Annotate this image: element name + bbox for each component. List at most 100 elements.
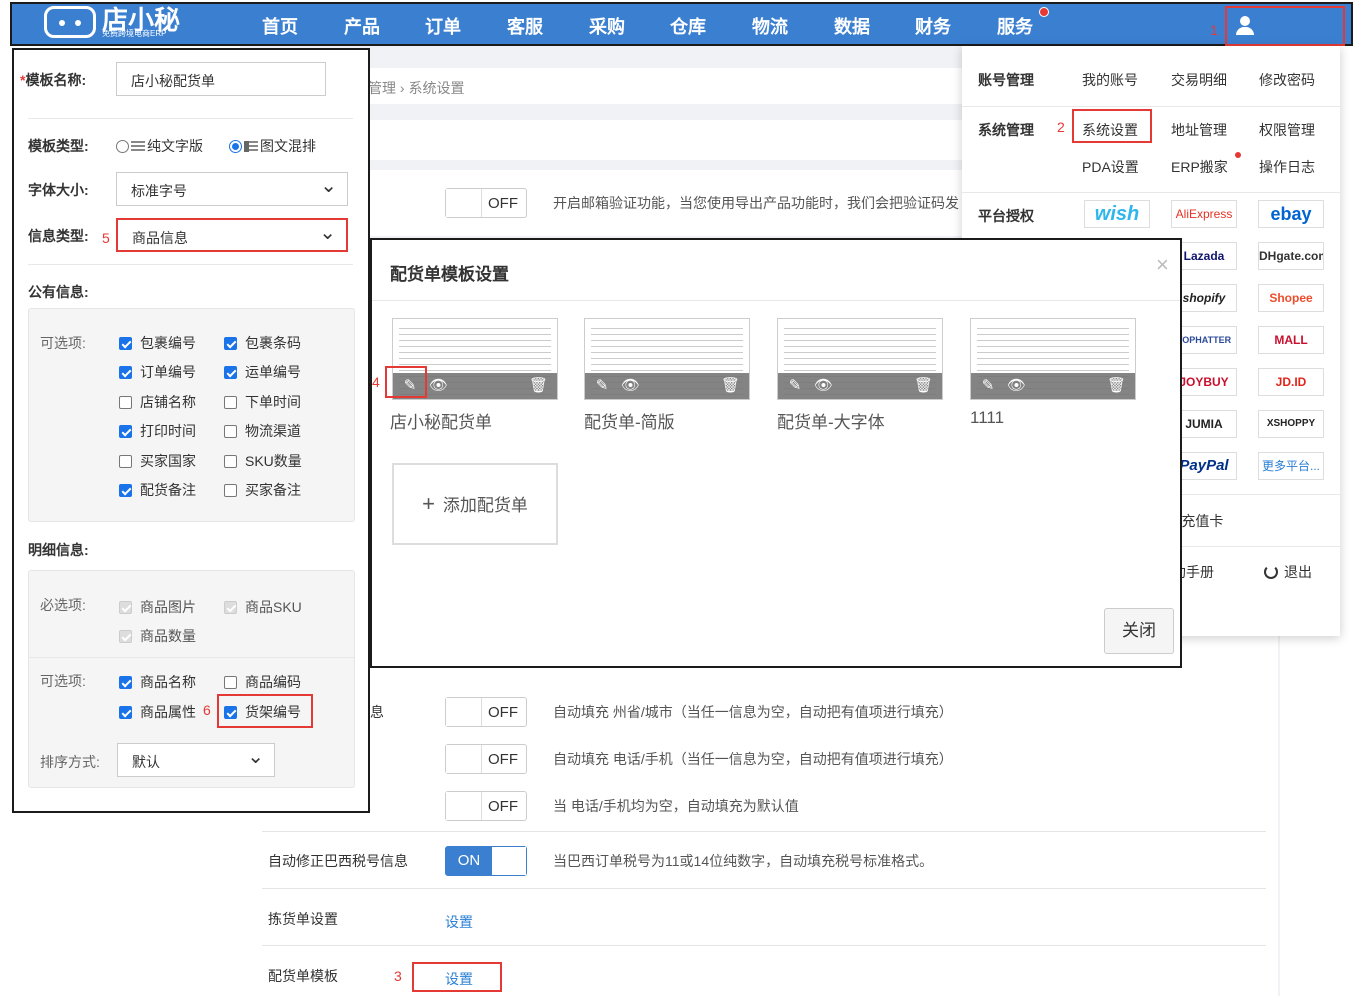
edit-icon[interactable]: ✎ — [979, 377, 997, 395]
annotation-1: 1 — [1210, 22, 1218, 38]
email-verify-toggle[interactable]: OFF — [445, 188, 527, 218]
autofill-state-desc: 自动填充 州省/城市（当任一信息为空，自动把有值项进行填充） — [553, 704, 953, 720]
nav-products[interactable]: 产品 — [344, 13, 380, 39]
sort-label: 排序方式: — [40, 754, 100, 770]
template-card[interactable]: ✎ 👁 🗑 — [777, 318, 943, 400]
font-size-select[interactable]: 标准字号 — [116, 172, 348, 206]
radio-text-only[interactable]: 纯文字版 — [116, 136, 203, 156]
autofill-phone-toggle[interactable]: OFF — [445, 744, 527, 774]
platform-jd-id[interactable]: JD.ID — [1258, 368, 1324, 396]
template-name-label: *模板名称: — [20, 72, 87, 88]
nav-data[interactable]: 数据 — [834, 13, 870, 39]
menu-system-settings[interactable]: 系统设置 — [1082, 120, 1138, 140]
power-icon — [1264, 565, 1278, 579]
checkbox-waybill-number[interactable]: 运单编号 — [224, 362, 301, 382]
text-layout-icon — [131, 141, 145, 152]
checkbox-logistics-channel[interactable]: 物流渠道 — [224, 421, 301, 441]
edit-icon[interactable]: ✎ — [786, 377, 804, 395]
autofill-state-toggle[interactable]: OFF — [445, 697, 527, 727]
nav-warehouse[interactable]: 仓库 — [670, 13, 706, 39]
more-platforms-link[interactable]: 更多平台... — [1258, 452, 1324, 480]
delete-trash-icon[interactable]: 🗑 — [721, 377, 740, 395]
menu-pda-settings[interactable]: PDA设置 — [1082, 157, 1139, 177]
divider — [29, 657, 354, 658]
preview-eye-icon[interactable]: 👁 — [429, 377, 448, 395]
platform-xshoppy[interactable]: XSHOPPY — [1258, 410, 1324, 438]
menu-my-account[interactable]: 我的账号 — [1082, 70, 1138, 90]
info-type-label: 信息类型: — [28, 228, 89, 244]
checkbox-sku-quantity[interactable]: SKU数量 — [224, 451, 302, 471]
platform-dhgate[interactable]: DHgate.com — [1258, 242, 1324, 270]
nav-customer-service[interactable]: 客服 — [507, 13, 543, 39]
annotation-3: 3 — [394, 968, 402, 984]
template-name: 店小秘配货单 — [390, 413, 492, 432]
checkbox-store-name[interactable]: 店铺名称 — [119, 392, 196, 412]
platform-mymall[interactable]: MALL — [1258, 326, 1324, 354]
template-name-input[interactable]: 店小秘配货单 — [116, 62, 326, 96]
edit-icon[interactable]: ✎ — [593, 377, 611, 395]
nav-logistics[interactable]: 物流 — [752, 13, 788, 39]
menu-transactions[interactable]: 交易明细 — [1171, 70, 1227, 90]
checkbox-product-code[interactable]: 商品编码 — [224, 672, 301, 692]
template-card[interactable]: ✎ 👁 🗑 — [970, 318, 1136, 400]
menu-erp-migration[interactable]: ERP搬家 — [1171, 157, 1228, 177]
template-name: 配货单-简版 — [584, 413, 675, 432]
checkbox-shelf-number[interactable]: 货架编号 — [224, 702, 301, 722]
preview-eye-icon[interactable]: 👁 — [1007, 377, 1026, 395]
default-phone-toggle[interactable]: OFF — [445, 791, 527, 821]
platform-shopee[interactable]: Shopee — [1258, 284, 1324, 312]
nav-purchase[interactable]: 采购 — [589, 13, 625, 39]
nav-finance[interactable]: 财务 — [915, 13, 951, 39]
annotation-2: 2 — [1057, 119, 1065, 135]
image-text-layout-icon — [244, 141, 258, 152]
checkbox-order-time[interactable]: 下单时间 — [224, 392, 301, 412]
checkbox-product-attributes[interactable]: 商品属性 — [119, 702, 196, 722]
template-action-bar: ✎ 👁 🗑 — [778, 373, 942, 399]
menu-change-password[interactable]: 修改密码 — [1259, 70, 1315, 90]
menu-permission-management[interactable]: 权限管理 — [1259, 120, 1315, 140]
delete-trash-icon[interactable]: 🗑 — [1107, 377, 1126, 395]
checkbox-distribution-note[interactable]: 配货备注 — [119, 480, 196, 500]
platform-aliexpress[interactable]: AliExpress — [1171, 200, 1237, 228]
preview-eye-icon[interactable]: 👁 — [814, 377, 833, 395]
checkbox-print-time[interactable]: 打印时间 — [119, 421, 196, 441]
required-label: 必选项: — [40, 597, 86, 613]
info-type-select[interactable]: 商品信息 — [116, 218, 348, 252]
logo[interactable]: 店小秘 免费跨境电商ERP — [42, 4, 192, 44]
sort-select[interactable]: 默认 — [117, 743, 275, 777]
radio-image-text[interactable]: 图文混排 — [229, 136, 316, 156]
nav-services[interactable]: 服务 — [997, 13, 1033, 39]
checkbox-order-number[interactable]: 订单编号 — [119, 362, 196, 382]
delete-trash-icon[interactable]: 🗑 — [914, 377, 933, 395]
pick-list-settings-link[interactable]: 设置 — [445, 912, 473, 932]
menu-address-management[interactable]: 地址管理 — [1171, 120, 1227, 140]
platform-wish[interactable]: wish — [1084, 200, 1150, 228]
menu-logout[interactable]: 退出 — [1264, 562, 1312, 582]
brazil-tax-toggle[interactable]: ON — [445, 846, 527, 876]
nav-orders[interactable]: 订单 — [425, 13, 461, 39]
preview-eye-icon[interactable]: 👁 — [621, 377, 640, 395]
plus-icon: + — [422, 491, 435, 516]
account-management-heading: 账号管理 — [978, 72, 1034, 88]
brazil-tax-label: 自动修正巴西税号信息 — [268, 853, 408, 869]
checkbox-package-number[interactable]: 包裹编号 — [119, 333, 196, 353]
checkbox-buyer-country[interactable]: 买家国家 — [119, 451, 196, 471]
distribution-template-label: 配货单模板 — [268, 968, 338, 984]
delete-trash-icon[interactable]: 🗑 — [529, 377, 548, 395]
menu-operation-log[interactable]: 操作日志 — [1259, 157, 1315, 177]
distribution-template-settings-link[interactable]: 设置 — [445, 969, 473, 989]
modal-close-icon[interactable]: × — [1156, 252, 1169, 278]
nav-home[interactable]: 首页 — [262, 13, 298, 39]
template-card[interactable]: ✎ 👁 🗑 — [584, 318, 750, 400]
user-menu-button[interactable] — [1225, 6, 1345, 46]
divider — [28, 118, 353, 119]
checkbox-package-barcode[interactable]: 包裹条码 — [224, 333, 301, 353]
highlight-box — [385, 366, 427, 398]
checkbox-buyer-note[interactable]: 买家备注 — [224, 480, 301, 500]
platform-ebay[interactable]: ebay — [1258, 200, 1324, 228]
address-setting-label: 息 — [370, 704, 384, 720]
add-template-button[interactable]: + 添加配货单 — [392, 463, 558, 545]
checkbox-product-name[interactable]: 商品名称 — [119, 672, 196, 692]
divider — [962, 106, 1340, 107]
modal-close-button[interactable]: 关闭 — [1104, 608, 1174, 654]
